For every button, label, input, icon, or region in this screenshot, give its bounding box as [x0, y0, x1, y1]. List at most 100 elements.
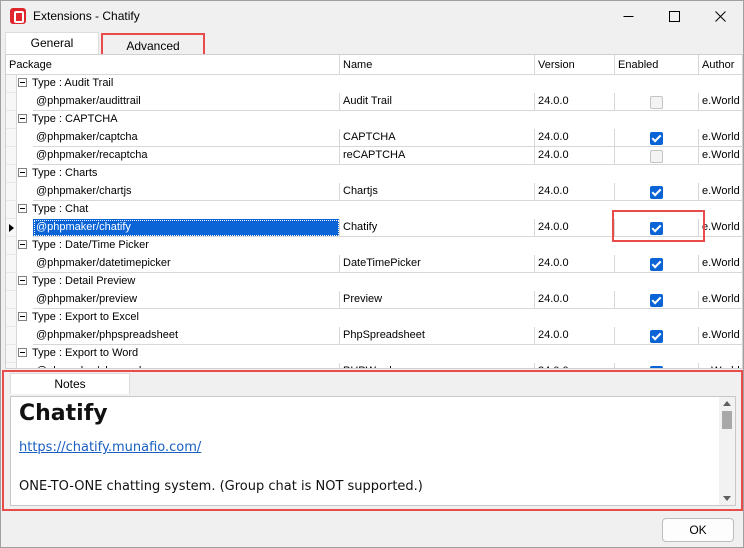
cell-name[interactable]: reCAPTCHA	[340, 147, 535, 165]
close-button[interactable]	[697, 1, 743, 32]
cell-package[interactable]: @phpmaker/captcha	[33, 129, 340, 147]
enabled-checkbox[interactable]	[650, 294, 663, 307]
cell-name[interactable]: Preview	[340, 291, 535, 309]
cell-author[interactable]: e.World	[699, 129, 742, 147]
cell-enabled[interactable]	[615, 255, 699, 273]
enabled-checkbox[interactable]	[650, 150, 663, 163]
group-row[interactable]: Type : Export to Excel	[6, 309, 742, 327]
ok-button[interactable]: OK	[662, 518, 734, 542]
cell-author[interactable]: e.World	[699, 147, 742, 165]
table-row[interactable]: @phpmaker/phpwordPHPWord24.0.0 e.World	[6, 363, 742, 368]
cell-name[interactable]: PHPWord	[340, 363, 535, 368]
scroll-down-icon[interactable]	[723, 496, 731, 501]
cell-author[interactable]: e.World	[699, 219, 742, 237]
row-indicator[interactable]	[6, 75, 17, 93]
row-indicator[interactable]	[6, 93, 17, 111]
group-row[interactable]: Type : Detail Preview	[6, 273, 742, 291]
cell-package[interactable]: @phpmaker/phpword	[33, 363, 340, 368]
collapse-icon[interactable]	[18, 240, 27, 249]
table-row[interactable]: @phpmaker/datetimepicker DateTimePicker 24…	[6, 255, 742, 273]
cell-enabled[interactable]	[615, 327, 699, 345]
group-row[interactable]: Type : Export to Word	[6, 345, 742, 363]
row-indicator[interactable]	[6, 327, 17, 345]
cell-package[interactable]: @phpmaker/recaptcha	[33, 147, 340, 165]
cell-package[interactable]: @phpmaker/preview	[33, 291, 340, 309]
cell-package[interactable]: @phpmaker/datetimepicker	[33, 255, 340, 273]
cell-version[interactable]: 24.0.0	[535, 327, 615, 345]
cell-name[interactable]: DateTimePicker	[340, 255, 535, 273]
cell-enabled[interactable]	[615, 291, 699, 309]
row-indicator[interactable]	[6, 255, 17, 273]
collapse-icon[interactable]	[18, 78, 27, 87]
enabled-checkbox[interactable]	[650, 222, 663, 235]
cell-name[interactable]: Chatify	[340, 219, 535, 237]
row-indicator[interactable]	[6, 345, 17, 363]
cell-package[interactable]: @phpmaker/audittrail	[33, 93, 340, 111]
row-indicator[interactable]	[6, 165, 17, 183]
header-package[interactable]: Package	[6, 55, 340, 75]
enabled-checkbox[interactable]	[650, 366, 663, 368]
cell-enabled[interactable]	[615, 183, 699, 201]
cell-name[interactable]: CAPTCHA	[340, 129, 535, 147]
cell-author[interactable]: e.World	[699, 363, 742, 368]
tab-general[interactable]: General	[5, 32, 99, 54]
enabled-checkbox[interactable]	[650, 330, 663, 343]
enabled-checkbox[interactable]	[650, 96, 663, 109]
row-indicator[interactable]	[6, 363, 17, 368]
table-row[interactable]: @phpmaker/recaptcha reCAPTCHA 24.0.0 e.Worl…	[6, 147, 742, 165]
cell-package[interactable]: @phpmaker/chartjs	[33, 183, 340, 201]
cell-package[interactable]: @phpmaker/chatify	[33, 219, 340, 237]
cell-author[interactable]: e.World	[699, 327, 742, 345]
table-row[interactable]: @phpmaker/audittrail Audit Trail 24.0.0 e.W…	[6, 93, 742, 111]
collapse-icon[interactable]	[18, 168, 27, 177]
enabled-checkbox[interactable]	[650, 132, 663, 145]
collapse-icon[interactable]	[18, 312, 27, 321]
collapse-icon[interactable]	[18, 204, 27, 213]
cell-version[interactable]: 24.0.0	[535, 219, 615, 237]
collapse-icon[interactable]	[18, 348, 27, 357]
scroll-thumb[interactable]	[722, 411, 732, 429]
enabled-checkbox[interactable]	[650, 258, 663, 271]
maximize-button[interactable]	[651, 1, 697, 32]
cell-name[interactable]: Chartjs	[340, 183, 535, 201]
table-row[interactable]: @phpmaker/phpspreadsheet PhpSpreadsheet 24…	[6, 327, 742, 345]
row-indicator[interactable]	[6, 309, 17, 327]
row-indicator[interactable]	[6, 291, 17, 309]
table-row[interactable]: @phpmaker/captcha CAPTCHA 24.0.0 e.World	[6, 129, 742, 147]
notes-link[interactable]: https://chatify.munafio.com/	[19, 440, 201, 455]
cell-enabled[interactable]	[615, 129, 699, 147]
header-author[interactable]: Author	[699, 55, 742, 75]
group-row[interactable]: Type : Charts	[6, 165, 742, 183]
cell-version[interactable]: 24.0.0	[535, 93, 615, 111]
cell-enabled[interactable]	[615, 93, 699, 111]
cell-author[interactable]: e.World	[699, 183, 742, 201]
tab-notes[interactable]: Notes	[10, 373, 130, 394]
table-row[interactable]: @phpmaker/chatify Chatify 24.0.0 e.World	[6, 219, 742, 237]
group-row[interactable]: Type : Audit Trail	[6, 75, 742, 93]
header-enabled[interactable]: Enabled	[615, 55, 699, 75]
cell-author[interactable]: e.World	[699, 255, 742, 273]
cell-package[interactable]: @phpmaker/phpspreadsheet	[33, 327, 340, 345]
header-name[interactable]: Name	[340, 55, 535, 75]
cell-version[interactable]: 24.0.0	[535, 291, 615, 309]
header-version[interactable]: Version	[535, 55, 615, 75]
cell-version[interactable]: 24.0.0	[535, 147, 615, 165]
row-indicator[interactable]	[6, 201, 17, 219]
group-row[interactable]: Type : Date/Time Picker	[6, 237, 742, 255]
collapse-icon[interactable]	[18, 114, 27, 123]
cell-author[interactable]: e.World	[699, 93, 742, 111]
group-row[interactable]: Type : Chat	[6, 201, 742, 219]
notes-scrollbar[interactable]	[719, 397, 735, 505]
row-indicator[interactable]	[6, 273, 17, 291]
minimize-button[interactable]	[605, 1, 651, 32]
extensions-grid[interactable]: Package Name Version Enabled Author Type…	[5, 54, 743, 369]
cell-name[interactable]: PhpSpreadsheet	[340, 327, 535, 345]
cell-enabled[interactable]	[615, 363, 699, 368]
scroll-up-icon[interactable]	[723, 401, 731, 406]
cell-version[interactable]: 24.0.0	[535, 129, 615, 147]
cell-enabled[interactable]	[615, 147, 699, 165]
collapse-icon[interactable]	[18, 276, 27, 285]
row-indicator[interactable]	[6, 111, 17, 129]
group-row[interactable]: Type : CAPTCHA	[6, 111, 742, 129]
row-indicator[interactable]	[6, 183, 17, 201]
